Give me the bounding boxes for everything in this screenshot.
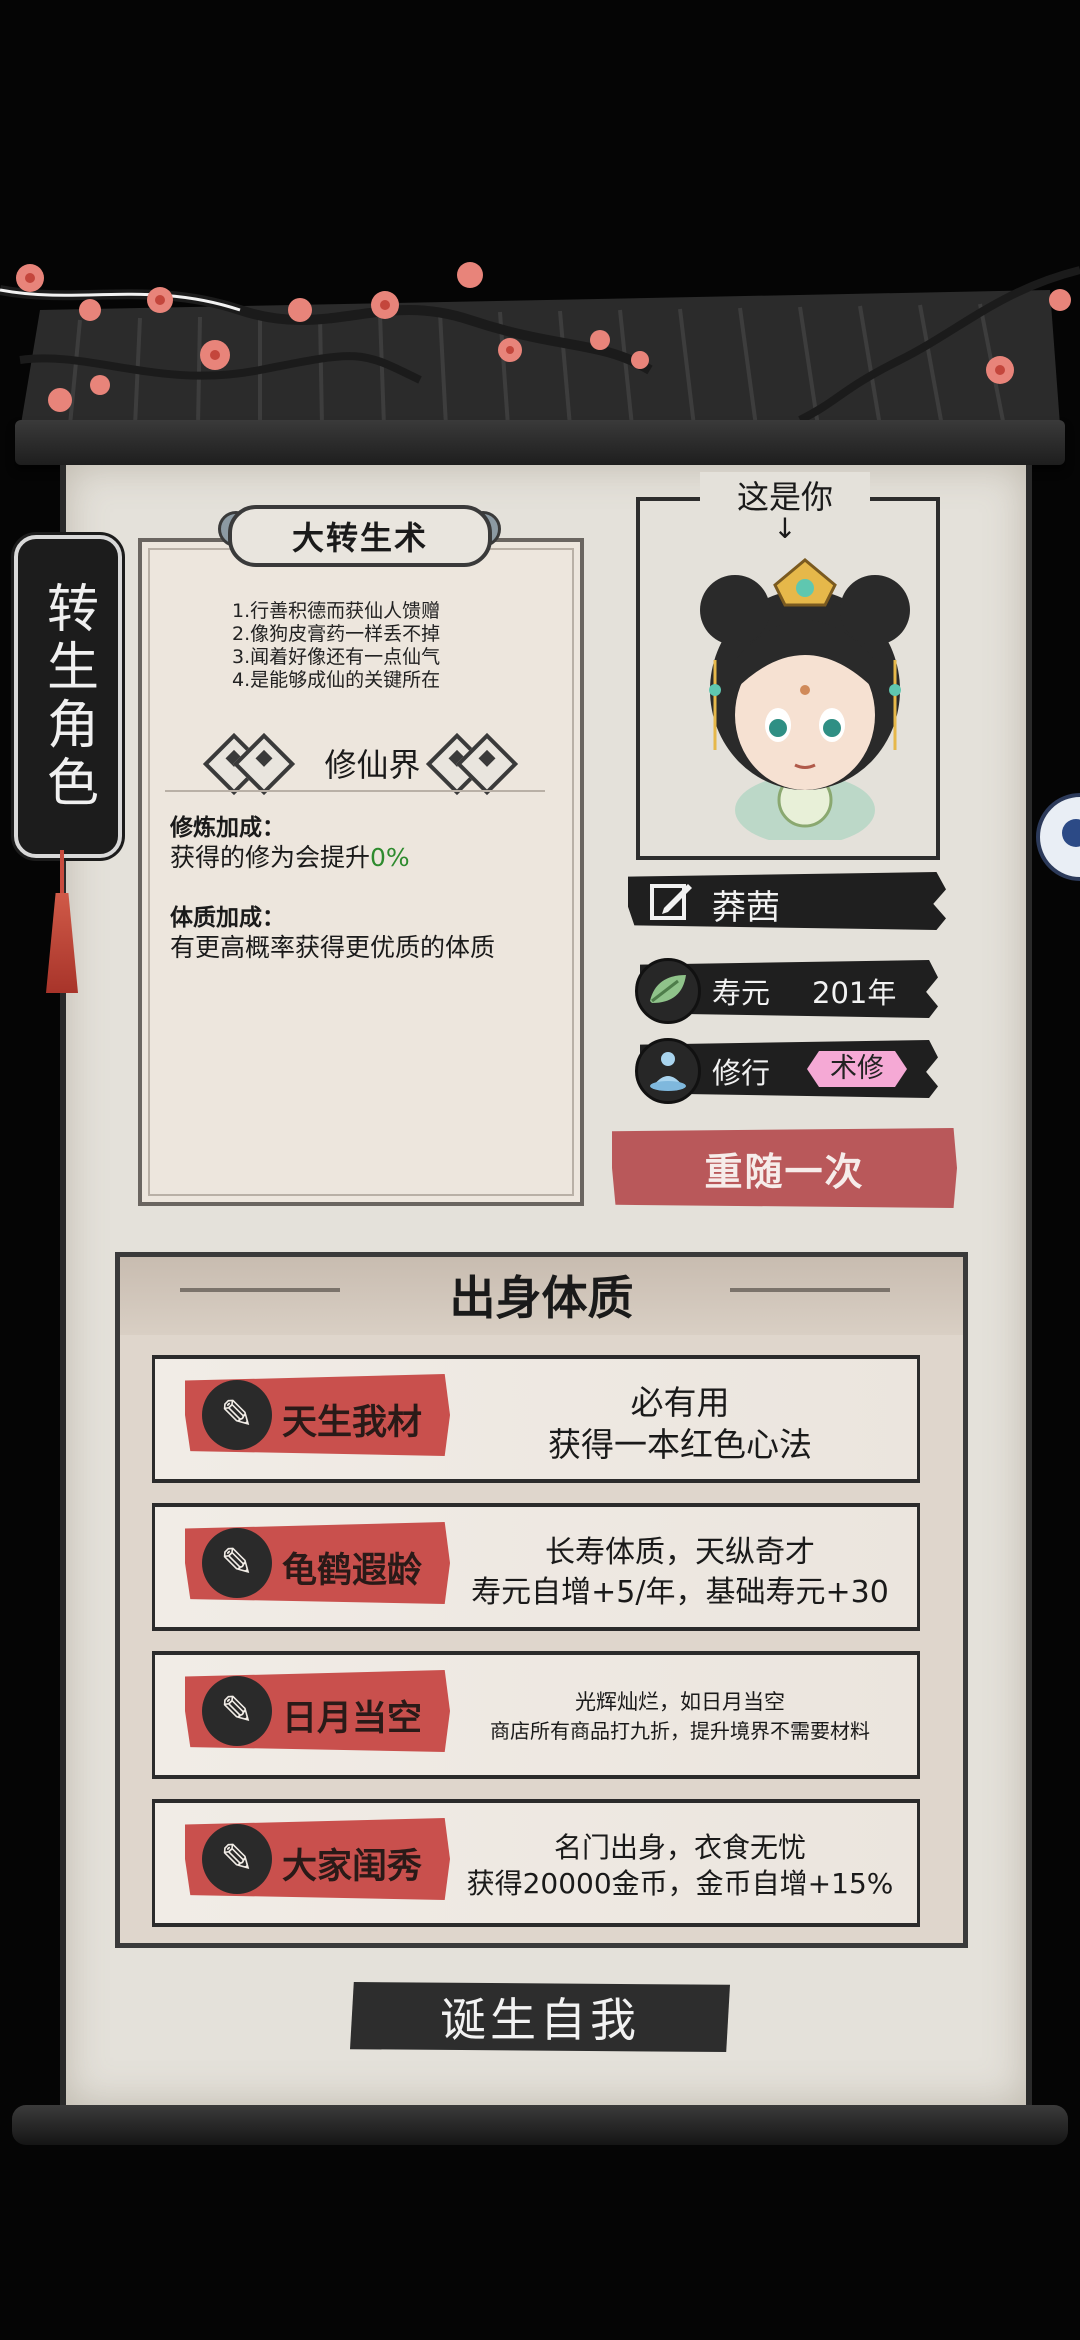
info-description-list: 1.行善积德而获仙人馈赠 2.像狗皮膏药一样丢不掉 3.闻着好像还有一点仙气 4…	[232, 600, 532, 692]
trait-name: 天生我材	[282, 1403, 423, 1443]
info-line: 1.行善积德而获仙人馈赠	[232, 600, 441, 622]
scroll-icon: ✎	[202, 1824, 272, 1894]
origin-title: 出身体质	[449, 1271, 634, 1325]
confirm-birth-button[interactable]: 诞生自我	[350, 1982, 730, 2052]
floating-assistant-icon[interactable]	[1036, 793, 1080, 881]
info-line: 4.是能够成仙的关键所在	[232, 669, 441, 691]
lifespan-value: 201年	[812, 976, 897, 1010]
character-name: 莽茜	[712, 888, 780, 928]
meditation-icon	[635, 1038, 701, 1104]
trait-desc-line2: 获得20000金币，金币自增+15%	[466, 1867, 894, 1900]
roof-eave	[15, 420, 1065, 465]
leaf-icon	[635, 958, 701, 1024]
physique-bonus-title: 体质加成：	[170, 905, 285, 931]
info-line: 3.闻着好像还有一点仙气	[232, 646, 441, 668]
cultivation-bonus-desc: 获得的修为会提升	[170, 843, 371, 872]
realm-row: 修仙界	[200, 730, 545, 796]
trait-name: 大家闺秀	[282, 1847, 423, 1887]
scroll-icon: ✎	[202, 1380, 272, 1450]
cultivation-path-label: 修行	[712, 1056, 771, 1090]
cultivation-bonus-value: 0%	[370, 843, 410, 872]
trait-desc-line2: 寿元自增+5/年，基础寿元+30	[471, 1575, 889, 1610]
trait-desc-line1: 长寿体质，天纵奇才	[545, 1535, 815, 1570]
character-avatar	[700, 558, 910, 840]
cultivation-bonus-text: 获得的修为会提升0%	[170, 838, 410, 874]
reroll-button[interactable]: 重随一次	[612, 1128, 957, 1208]
trait-name: 龟鹤遐龄	[282, 1551, 423, 1591]
scroll-icon: ✎	[202, 1676, 272, 1746]
info-line: 2.像狗皮膏药一样丢不掉	[232, 623, 441, 645]
side-tab-rebirth[interactable]: 转生角色	[14, 535, 122, 858]
trait-desc-line1: 必有用	[630, 1383, 730, 1422]
trait-name: 日月当空	[282, 1699, 423, 1739]
edit-name-icon[interactable]	[648, 878, 694, 924]
lifespan-label: 寿元	[712, 976, 771, 1010]
trait-desc-line1: 名门出身，衣食无忧	[553, 1831, 806, 1864]
trait-desc-line2: 商店所有商品打九折，提升境界不需要材料	[490, 1719, 870, 1743]
cultivation-bonus-title: 修炼加成：	[170, 815, 285, 841]
cultivation-path-badge: 术修	[807, 1051, 907, 1087]
info-title: 大转生术	[291, 519, 428, 557]
trait-desc-line1: 光辉灿烂，如日月当空	[575, 1690, 785, 1714]
scroll-icon: ✎	[202, 1528, 272, 1598]
trait-desc-line2: 获得一本红色心法	[548, 1425, 812, 1464]
scroll-base	[12, 2105, 1068, 2145]
divider	[165, 790, 545, 792]
info-title-plate: 大转生术	[228, 505, 492, 567]
side-tab-label: 转生角色	[37, 580, 98, 813]
realm-label: 修仙界	[324, 746, 421, 784]
tassel-cord	[60, 850, 64, 895]
physique-bonus-text: 有更高概率获得更优质的体质	[170, 933, 496, 962]
